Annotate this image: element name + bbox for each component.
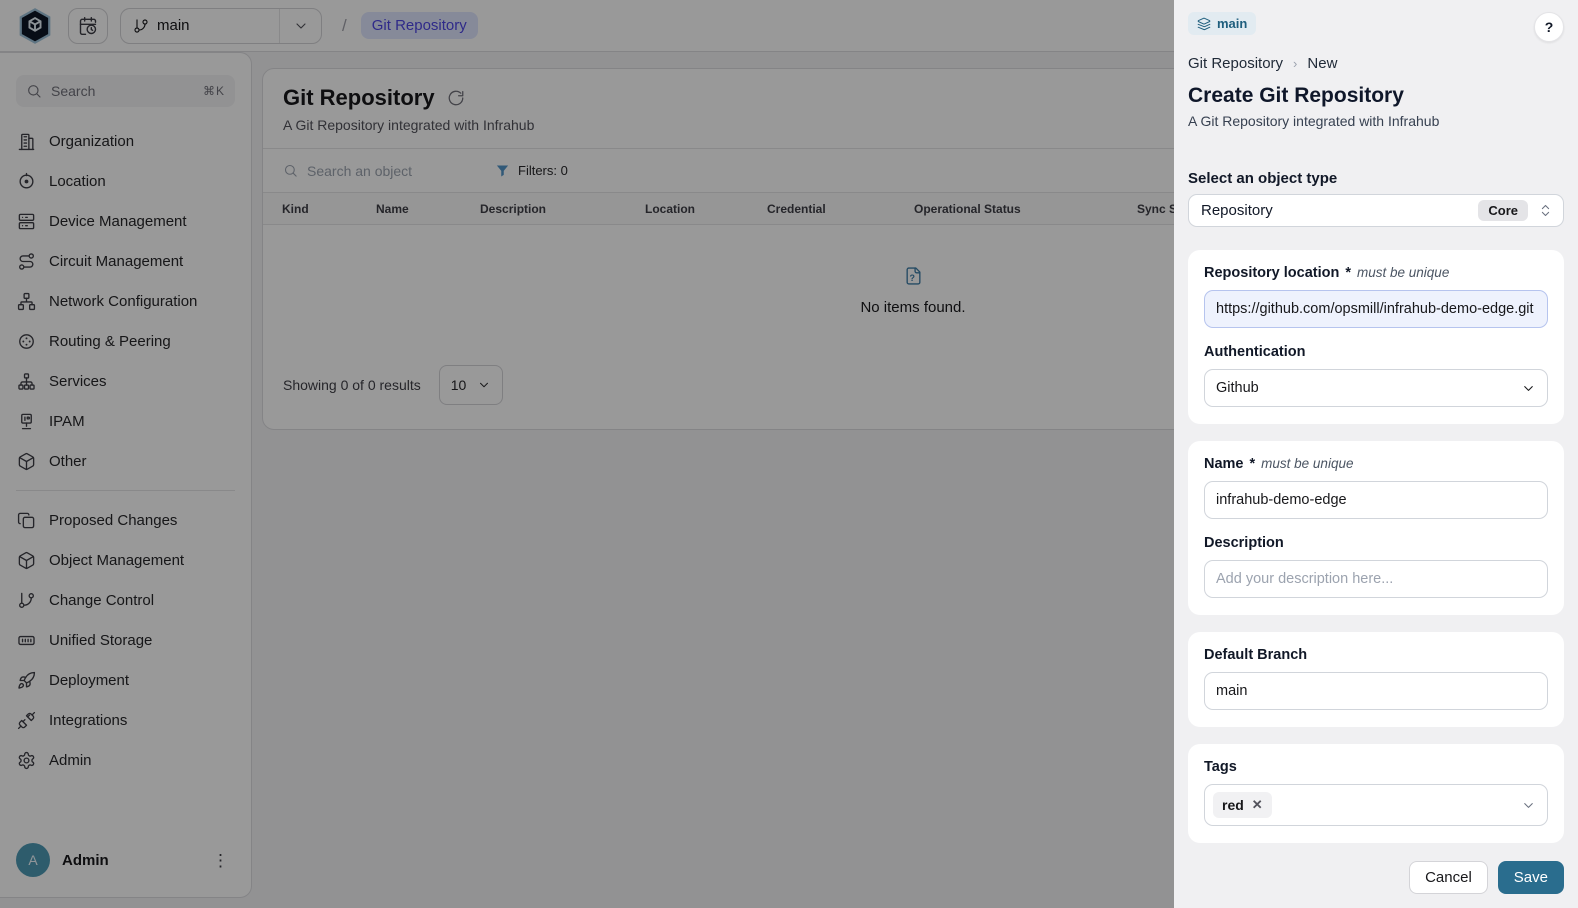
chevron-down-icon: [1521, 798, 1536, 813]
form-section-name: Name * must be unique Description: [1188, 441, 1564, 615]
field-label: Description: [1204, 535, 1284, 551]
core-badge: Core: [1478, 200, 1528, 221]
tags-multiselect[interactable]: red ✕: [1204, 784, 1548, 826]
form-section-tags: Tags red ✕: [1188, 744, 1564, 843]
help-button[interactable]: ?: [1534, 12, 1564, 42]
field-hint: must be unique: [1261, 456, 1353, 471]
branch-badge-label: main: [1217, 16, 1247, 31]
required-mark: *: [1250, 456, 1256, 472]
create-git-repository-drawer: main ? Git Repository › New Create Git R…: [1174, 0, 1578, 908]
object-type-value: Repository: [1201, 202, 1468, 219]
required-mark: *: [1345, 265, 1351, 281]
default-branch-input[interactable]: [1204, 672, 1548, 710]
tag-label: red: [1222, 797, 1244, 813]
field-label: Name: [1204, 456, 1244, 472]
object-type-label: Select an object type: [1188, 170, 1564, 187]
chevron-right-icon: ›: [1293, 56, 1297, 71]
save-button[interactable]: Save: [1498, 861, 1564, 894]
field-label: Default Branch: [1204, 647, 1307, 663]
form-section-default-branch: Default Branch: [1188, 632, 1564, 727]
tag-chip: red ✕: [1213, 792, 1272, 818]
cancel-button[interactable]: Cancel: [1409, 861, 1488, 894]
drawer-breadcrumb: Git Repository › New: [1188, 55, 1564, 72]
field-label: Repository location: [1204, 265, 1339, 281]
breadcrumb-current: New: [1307, 55, 1337, 72]
drawer-subtitle: A Git Repository integrated with Infrahu…: [1188, 113, 1564, 129]
layers-icon: [1197, 17, 1211, 31]
chevron-down-icon: [1521, 381, 1536, 396]
object-type-select[interactable]: Repository Core: [1188, 194, 1564, 227]
breadcrumb-parent[interactable]: Git Repository: [1188, 55, 1283, 72]
description-input[interactable]: [1204, 560, 1548, 598]
form-section-location: Repository location * must be unique Aut…: [1188, 250, 1564, 424]
field-label: Tags: [1204, 759, 1237, 775]
repository-location-input[interactable]: [1204, 290, 1548, 328]
drawer-title: Create Git Repository: [1188, 84, 1564, 108]
name-input[interactable]: [1204, 481, 1548, 519]
branch-badge: main: [1188, 12, 1256, 35]
field-hint: must be unique: [1357, 265, 1449, 280]
chevrons-up-down-icon: [1538, 203, 1553, 218]
close-icon[interactable]: ✕: [1252, 797, 1263, 813]
field-label: Authentication: [1204, 344, 1306, 360]
authentication-value: Github: [1216, 380, 1521, 396]
authentication-select[interactable]: Github: [1204, 369, 1548, 407]
